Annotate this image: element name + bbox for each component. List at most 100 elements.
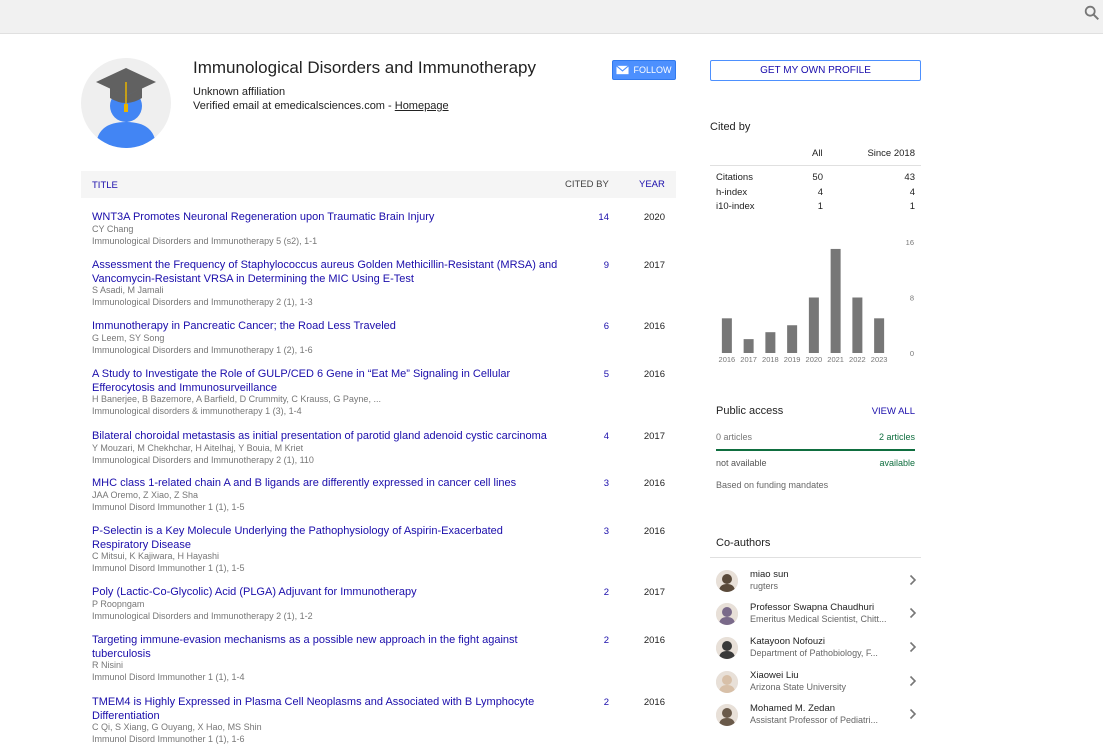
chart-y-tick: 0 xyxy=(910,349,914,358)
view-all-link[interactable]: VIEW ALL xyxy=(872,406,915,417)
coauthor-item[interactable]: Professor Swapna Chaudhuri Emeritus Medic… xyxy=(716,601,921,631)
article-venue: Immunological Disorders and Immunotherap… xyxy=(92,454,314,465)
chevron-right-icon[interactable] xyxy=(909,574,917,586)
sort-by-title[interactable]: TITLE xyxy=(92,180,118,191)
coauthor-name[interactable]: Xiaowei Liu xyxy=(750,670,799,681)
chevron-right-icon[interactable] xyxy=(909,708,917,720)
follow-label: FOLLOW xyxy=(633,65,672,75)
chart-bar[interactable] xyxy=(852,297,863,354)
chevron-right-icon[interactable] xyxy=(909,607,917,619)
article-authors: P Roopngam xyxy=(92,599,145,609)
article-venue: Immunol Disord Immunother 1 (1), 1-4 xyxy=(92,671,245,682)
chart-bar[interactable] xyxy=(721,318,732,353)
coauthor-item[interactable]: Xiaowei Liu Arizona State University xyxy=(716,669,921,699)
article-authors: G Leem, SY Song xyxy=(92,333,165,343)
article-title[interactable]: Bilateral choroidal metastasis as initia… xyxy=(92,430,562,444)
coauthors-title: Co-authors xyxy=(710,537,921,558)
article-meta: S Asadi, M Jamali Immunological Disorders… xyxy=(92,285,562,308)
article-year: 2020 xyxy=(643,212,665,223)
article-authors: C Mitsui, K Kajiwara, H Hayashi xyxy=(92,551,220,561)
coauthor-name[interactable]: Professor Swapna Chaudhuri xyxy=(750,602,874,613)
chevron-right-icon[interactable] xyxy=(909,675,917,687)
article-venue: Immunological Disorders and Immunotherap… xyxy=(92,610,313,621)
not-available-count[interactable]: 0 articles xyxy=(716,432,752,442)
chart-bar[interactable] xyxy=(765,332,776,353)
article-title[interactable]: P-Selectin is a Key Molecule Underlying … xyxy=(92,525,562,552)
article-cited-count[interactable]: 6 xyxy=(571,321,609,332)
chart-y-tick: 16 xyxy=(906,238,914,247)
article-cited-count[interactable]: 3 xyxy=(571,526,609,537)
article-authors: C Qi, S Xiang, G Ouyang, X Hao, MS Shin xyxy=(92,722,262,732)
chart-bar[interactable] xyxy=(830,248,841,353)
homepage-link[interactable]: Homepage xyxy=(395,100,449,112)
article-meta: Y Mouzari, M Chekhchar, H Aitelhaj, Y Bo… xyxy=(92,443,562,466)
article-year: 2017 xyxy=(643,587,665,598)
chart-bar[interactable] xyxy=(874,318,885,353)
cited-by-row: h-index 4 4 xyxy=(710,187,921,201)
mail-icon xyxy=(616,65,630,75)
sort-by-year[interactable]: YEAR xyxy=(639,179,665,190)
article-cited-count[interactable]: 2 xyxy=(571,697,609,708)
chart-x-tick: 2020 xyxy=(806,355,823,364)
article-title[interactable]: WNT3A Promotes Neuronal Regeneration upo… xyxy=(92,211,562,225)
coauthor-avatar xyxy=(716,671,738,693)
article-cited-count[interactable]: 2 xyxy=(571,587,609,598)
article-meta: C Qi, S Xiang, G Ouyang, X Hao, MS Shin I… xyxy=(92,722,562,745)
chart-bar[interactable] xyxy=(808,297,819,354)
col-since: Since 2018 xyxy=(867,148,915,159)
article-title[interactable]: Immunotherapy in Pancreatic Cancer; the … xyxy=(92,320,562,334)
coauthor-name[interactable]: Mohamed M. Zedan xyxy=(750,703,835,714)
public-access-header: Public access VIEW ALL xyxy=(710,405,921,419)
metric-since: 43 xyxy=(904,172,915,183)
article-authors: Y Mouzari, M Chekhchar, H Aitelhaj, Y Bo… xyxy=(92,443,304,453)
article-year: 2016 xyxy=(643,321,665,332)
article-title[interactable]: TMEM4 is Highly Expressed in Plasma Cell… xyxy=(92,696,562,723)
article-year: 2016 xyxy=(643,369,665,380)
public-access-bar xyxy=(716,449,915,451)
coauthor-item[interactable]: miao sun rugters xyxy=(716,568,921,598)
profile-email: Verified email at emedicalsciences.com -… xyxy=(193,100,449,112)
article-cited-count[interactable]: 9 xyxy=(571,260,609,271)
chart-bar[interactable] xyxy=(787,325,798,353)
article-venue: Immunological disorders & immunotherapy … xyxy=(92,405,302,416)
article-year: 2016 xyxy=(643,526,665,537)
article-title[interactable]: Poly (Lactic-Co-Glycolic) Acid (PLGA) Ad… xyxy=(92,586,562,600)
article-title[interactable]: Targeting immune-evasion mechanisms as a… xyxy=(92,634,562,661)
coauthor-affiliation: Assistant Professor of Pediatri... xyxy=(750,715,879,725)
article-title[interactable]: A Study to Investigate the Role of GULP/… xyxy=(92,368,562,395)
coauthor-affiliation: Department of Pathobiology, F... xyxy=(750,648,878,658)
search-icon[interactable] xyxy=(1083,4,1101,22)
article-title[interactable]: Assessment the Frequency of Staphylococc… xyxy=(92,259,562,286)
article-cited-count[interactable]: 4 xyxy=(571,431,609,442)
available-count[interactable]: 2 articles xyxy=(879,432,915,442)
article-meta: JAA Oremo, Z Xiao, Z Sha Immunol Disord I… xyxy=(92,490,562,513)
coauthor-name[interactable]: Katayoon Nofouzi xyxy=(750,636,825,647)
coauthor-avatar xyxy=(716,704,738,726)
article-meta: H Banerjee, B Bazemore, A Barfield, D Cr… xyxy=(92,394,562,417)
profile-name: Immunological Disorders and Immunotherap… xyxy=(193,58,536,77)
profile-avatar xyxy=(81,58,171,148)
chart-bar[interactable] xyxy=(743,339,754,353)
metric-all: 4 xyxy=(817,186,823,198)
coauthor-item[interactable]: Mohamed M. Zedan Assistant Professor of P… xyxy=(716,702,921,732)
article-venue: Immunol Disord Immunother 1 (1), 1-5 xyxy=(92,501,245,512)
metric-label: h-index xyxy=(716,186,748,198)
chevron-right-icon[interactable] xyxy=(909,641,917,653)
article-cited-count[interactable]: 3 xyxy=(571,478,609,489)
follow-button[interactable]: FOLLOW xyxy=(612,60,676,80)
cited-by-row: Citations 50 43 xyxy=(710,172,921,186)
sort-by-cited[interactable]: CITED BY xyxy=(565,179,609,190)
article-meta: R Nisini Immunol Disord Immunother 1 (1),… xyxy=(92,660,562,683)
chart-x-tick: 2016 xyxy=(719,355,736,364)
coauthor-item[interactable]: Katayoon Nofouzi Department of Pathobiolo… xyxy=(716,635,921,665)
article-cited-count[interactable]: 2 xyxy=(571,635,609,646)
top-bar xyxy=(0,0,1103,34)
get-my-own-profile-button[interactable]: GET MY OWN PROFILE xyxy=(710,60,921,81)
available-label: available xyxy=(879,458,915,468)
coauthor-name[interactable]: miao sun xyxy=(750,569,789,580)
metric-label: i10-index xyxy=(716,201,755,212)
article-title[interactable]: MHC class 1-related chain A and B ligand… xyxy=(92,477,562,491)
article-authors: R Nisini xyxy=(92,660,124,670)
article-cited-count[interactable]: 14 xyxy=(571,212,609,223)
article-cited-count[interactable]: 5 xyxy=(571,369,609,380)
